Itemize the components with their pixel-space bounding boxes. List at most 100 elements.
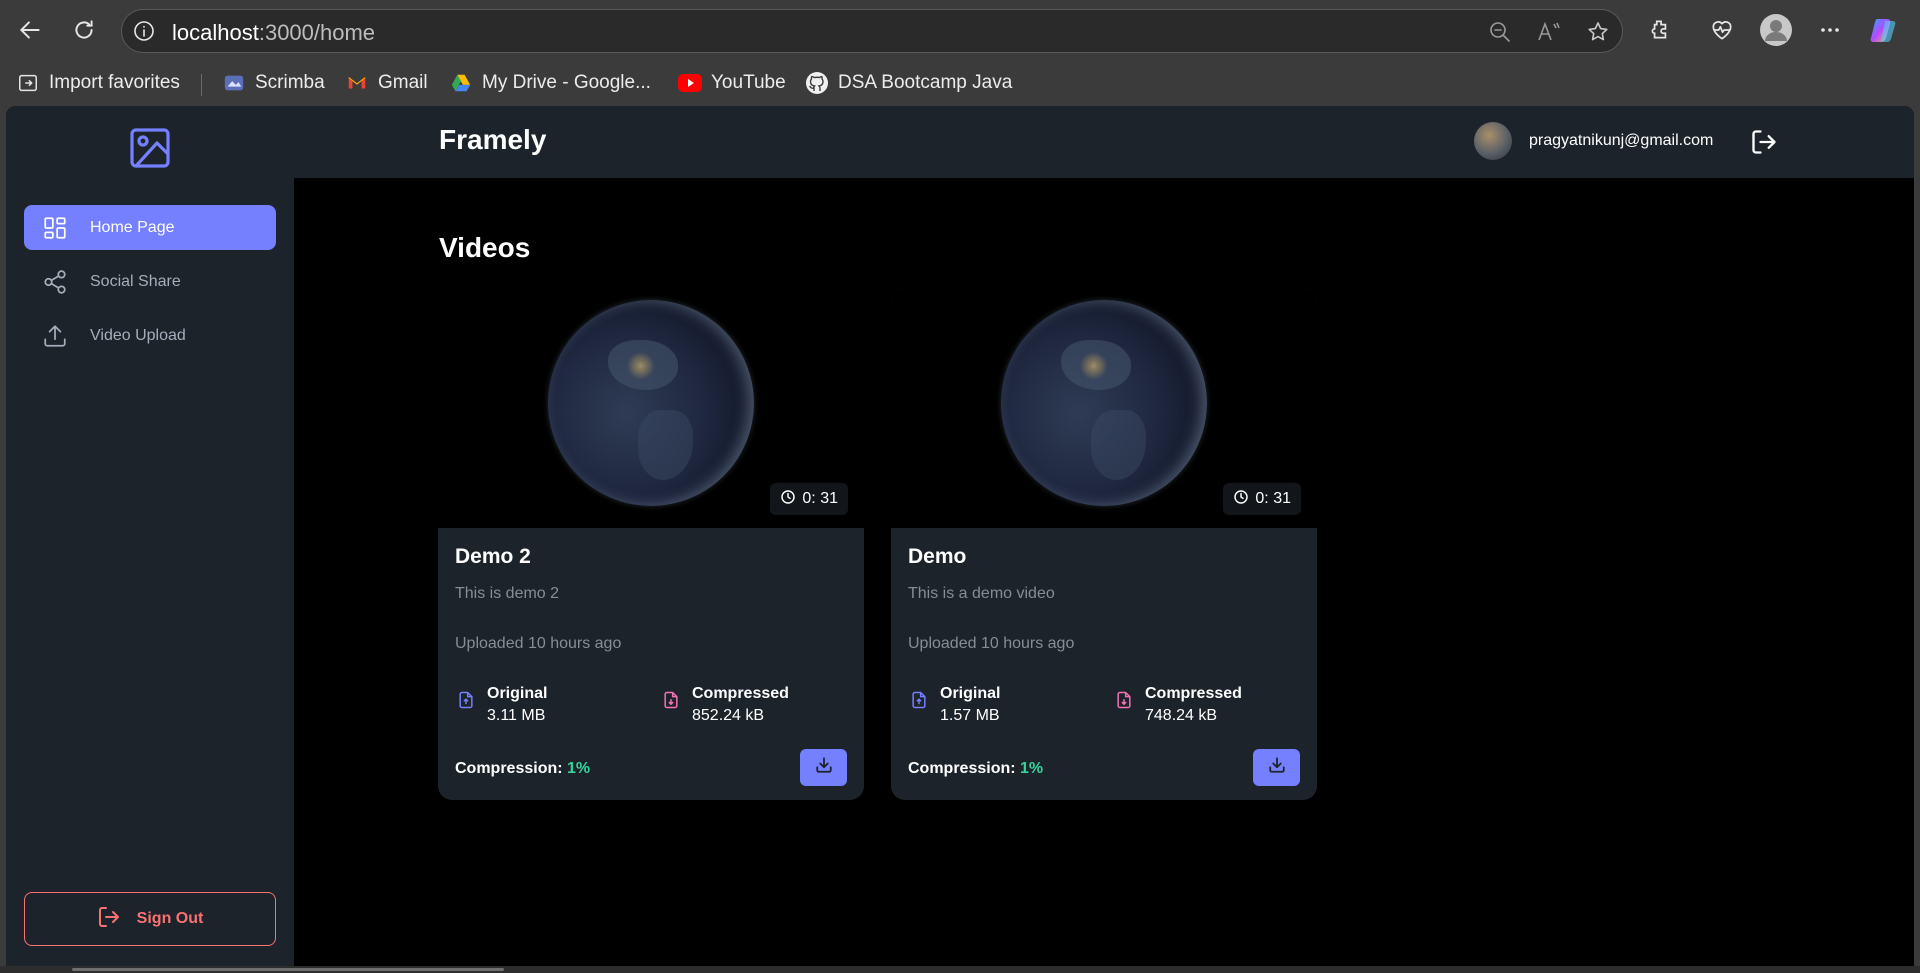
scrollbar-thumb[interactable]: [72, 968, 504, 971]
profile-icon[interactable]: [1758, 12, 1794, 48]
stat-label: Compressed: [1145, 685, 1242, 702]
bookmark-label: DSA Bootcamp Java: [838, 72, 1013, 93]
video-card[interactable]: 0: 31 Demo This is a demo video Uploaded…: [891, 288, 1317, 800]
sidebar-item-label: Social Share: [90, 272, 181, 290]
share-icon: [40, 267, 70, 297]
sidebar-item-label: Video Upload: [90, 326, 186, 344]
video-card[interactable]: 0: 31 Demo 2 This is demo 2 Uploaded 10 …: [438, 288, 864, 800]
stat-value: 1.57 MB: [940, 707, 1000, 724]
extensions-icon[interactable]: [1642, 12, 1678, 48]
bookmark-label: Scrimba: [255, 72, 325, 93]
user-email: pragyatnikunj@gmail.com: [1529, 132, 1714, 149]
duration-text: 0: 31: [802, 490, 838, 507]
earth-thumbnail-image: [548, 300, 754, 506]
file-download-icon: [660, 689, 682, 711]
compressed-size-stat: Compressed 852.24 kB: [660, 683, 789, 727]
clock-icon: [1233, 489, 1249, 510]
video-description: This is a demo video: [908, 585, 1055, 602]
stat-value: 748.24 kB: [1145, 707, 1218, 724]
google-drive-icon: [449, 71, 473, 95]
github-icon: [805, 71, 829, 95]
video-title: Demo: [908, 545, 967, 568]
stat-label: Original: [487, 685, 548, 702]
bookmark-dsa-bootcamp[interactable]: DSA Bootcamp Java: [805, 68, 1012, 98]
duration-text: 0: 31: [1255, 490, 1291, 507]
favorite-star-icon[interactable]: [1584, 18, 1612, 46]
url-text[interactable]: localhost:3000/home: [172, 20, 375, 46]
gmail-icon: [345, 71, 369, 95]
original-size-stat: Original 3.11 MB: [455, 683, 547, 727]
bookmark-google-drive[interactable]: My Drive - Google...: [449, 68, 651, 98]
bookmark-youtube[interactable]: YouTube: [678, 68, 786, 98]
info-icon[interactable]: [132, 19, 156, 43]
app-header: Framely pragyatnikunj@gmail.com: [294, 106, 1914, 178]
compression-label: Compression:: [455, 760, 563, 777]
compression-info: Compression: 1%: [455, 760, 590, 778]
sidebar-item-social-share[interactable]: Social Share: [24, 259, 276, 304]
app-window: Home Page Social Share Video Upload Sign…: [6, 106, 1914, 966]
duration-badge: 0: 31: [1223, 483, 1301, 515]
avatar[interactable]: [1474, 122, 1512, 160]
compression-value: 1%: [567, 760, 591, 777]
logout-icon: [97, 905, 121, 934]
read-aloud-icon[interactable]: [1535, 18, 1563, 46]
video-description: This is demo 2: [455, 585, 560, 602]
video-title: Demo 2: [455, 545, 531, 568]
grid-icon: [40, 213, 70, 243]
sign-out-label: Sign Out: [136, 910, 204, 927]
sidebar: Home Page Social Share Video Upload Sign…: [6, 106, 294, 966]
upload-time: Uploaded 10 hours ago: [908, 635, 1075, 652]
file-upload-icon: [908, 689, 930, 711]
bookmark-label: Import favorites: [49, 72, 180, 93]
sign-out-button[interactable]: Sign Out: [24, 892, 276, 946]
sidebar-item-video-upload[interactable]: Video Upload: [24, 313, 276, 358]
stat-label: Original: [940, 685, 1001, 702]
file-upload-icon: [455, 689, 477, 711]
url-path: :3000/home: [258, 20, 376, 45]
bookmarks-bar: Import favorites Scrimba Gmail My Drive …: [0, 62, 1920, 104]
refresh-icon[interactable]: [66, 12, 102, 48]
download-icon: [1268, 756, 1286, 779]
compression-info: Compression: 1%: [908, 760, 1043, 778]
video-thumbnail[interactable]: 0: 31: [438, 288, 864, 528]
bookmarks-divider: [201, 74, 202, 96]
logout-icon[interactable]: [1748, 126, 1780, 158]
stat-value: 3.11 MB: [487, 707, 546, 724]
file-download-icon: [1113, 689, 1135, 711]
youtube-icon: [678, 71, 702, 95]
bookmark-label: Gmail: [378, 72, 428, 93]
download-button[interactable]: [1253, 749, 1300, 786]
compressed-size-stat: Compressed 748.24 kB: [1113, 683, 1242, 727]
original-size-stat: Original 1.57 MB: [908, 683, 1000, 727]
bookmark-gmail[interactable]: Gmail: [345, 68, 428, 98]
browser-toolbar: localhost:3000/home: [0, 0, 1920, 62]
stat-value: 852.24 kB: [692, 707, 765, 724]
more-icon[interactable]: [1812, 12, 1848, 48]
bookmark-import-favorites[interactable]: Import favorites: [16, 68, 180, 98]
upload-icon: [40, 321, 70, 351]
sidebar-item-home-page[interactable]: Home Page: [24, 205, 276, 250]
url-host: localhost: [172, 20, 259, 45]
video-thumbnail[interactable]: 0: 31: [891, 288, 1317, 528]
compression-label: Compression:: [908, 760, 1016, 777]
clock-icon: [780, 489, 796, 510]
image-logo-icon: [128, 126, 172, 170]
brand-title[interactable]: Framely: [439, 124, 546, 156]
back-icon[interactable]: [12, 12, 48, 48]
upload-time: Uploaded 10 hours ago: [455, 635, 622, 652]
zoom-out-icon[interactable]: [1486, 18, 1514, 46]
address-bar[interactable]: localhost:3000/home: [121, 9, 1623, 53]
bookmark-scrimba[interactable]: Scrimba: [222, 68, 325, 98]
download-button[interactable]: [800, 749, 847, 786]
bookmark-label: My Drive - Google...: [482, 72, 651, 93]
bookmark-label: YouTube: [711, 72, 786, 93]
earth-thumbnail-image: [1001, 300, 1207, 506]
stat-label: Compressed: [692, 685, 789, 702]
download-icon: [815, 756, 833, 779]
compression-value: 1%: [1020, 760, 1044, 777]
health-icon[interactable]: [1704, 12, 1740, 48]
page-title: Videos: [439, 232, 531, 263]
import-icon: [16, 71, 40, 95]
copilot-icon[interactable]: [1866, 12, 1902, 48]
scrimba-icon: [222, 71, 246, 95]
